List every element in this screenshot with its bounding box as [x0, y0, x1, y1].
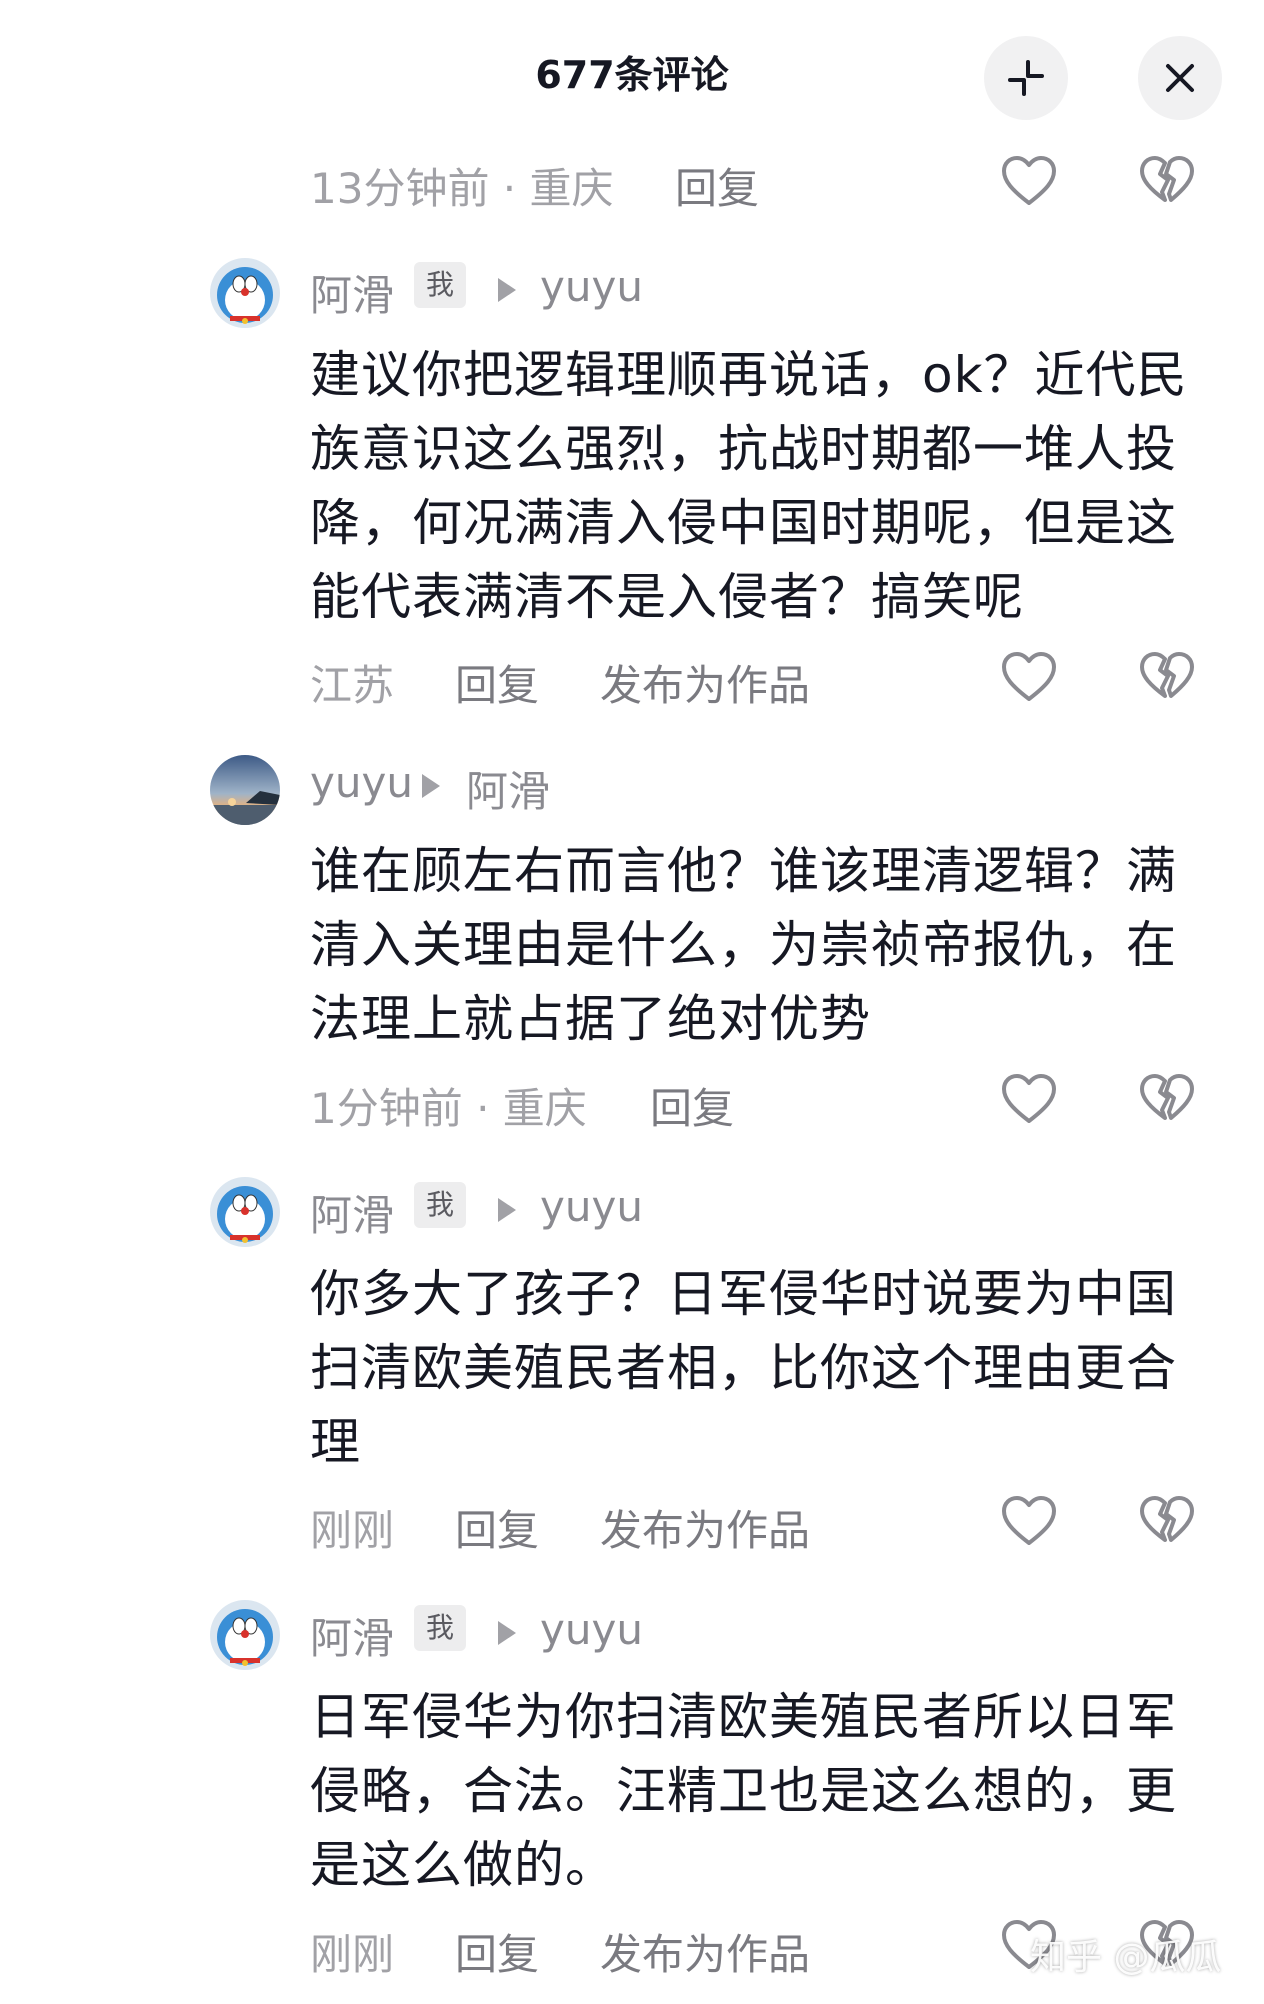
close-button[interactable] [1138, 36, 1222, 120]
comment-author-row: 阿滑 我 yuyu [310, 1605, 1210, 1665]
reply-button[interactable]: 回复 [455, 1921, 539, 1982]
broken-heart-icon[interactable] [1136, 1068, 1198, 1130]
comment-author-row: 阿滑 我 yuyu [310, 262, 1210, 322]
me-badge: 我 [414, 262, 467, 308]
heart-icon[interactable] [998, 646, 1060, 708]
comment-text-line: 建议你把逻辑理顺再说话，ok？近代民 [310, 346, 1188, 404]
broken-heart-icon[interactable] [1136, 1490, 1198, 1552]
heart-icon[interactable] [998, 1068, 1060, 1130]
reply-button[interactable]: 回复 [650, 1075, 734, 1136]
publish-as-work-button[interactable]: 发布为作品 [600, 1921, 810, 1982]
comment-meta: 江苏 回复 发布为作品 [310, 652, 1210, 712]
comment-header: 677条评论 [0, 0, 1264, 150]
reply-arrow-icon [422, 774, 440, 798]
comment-count-title: 677条评论 [535, 53, 729, 97]
reply-arrow-icon [498, 1198, 516, 1222]
reply-to-username[interactable]: yuyu [540, 262, 643, 311]
comment-author-row: yuyu 阿滑 [310, 758, 1210, 818]
comment-username[interactable]: 阿滑 [310, 1605, 394, 1666]
avatar[interactable] [210, 258, 280, 328]
comment-text-line: 理 [310, 1413, 361, 1471]
reply-to-username[interactable]: yuyu [540, 1182, 643, 1231]
reply-button[interactable]: 回复 [675, 155, 759, 216]
comment-text-line: 谁在顾左右而言他？谁该理清逻辑？满 [310, 842, 1177, 900]
comment-text-line: 族意识这么强烈，抗战时期都一堆人投 [310, 420, 1177, 478]
comment-text-line: 你多大了孩子？日军侵华时说要为中国 [310, 1265, 1177, 1323]
comment-author-row: 阿滑 我 yuyu [310, 1182, 1210, 1242]
comment-text-line: 法理上就占据了绝对优势 [310, 990, 871, 1048]
publish-as-work-button[interactable]: 发布为作品 [600, 652, 810, 713]
doraemon-avatar-icon [210, 1600, 280, 1670]
close-icon [1166, 64, 1194, 92]
doraemon-avatar-icon [210, 258, 280, 328]
comment-time: 刚刚 [310, 1930, 395, 1979]
comment-text-line: 能代表满清不是入侵者？搞笑呢 [310, 568, 1024, 626]
watermark: 知乎 @瓜瓜 [1030, 1937, 1222, 1978]
comment-text: 谁在顾左右而言他？谁该理清逻辑？满 清入关理由是什么，为崇祯帝报仇，在 法理上就… [310, 834, 1210, 1056]
avatar[interactable] [210, 755, 280, 825]
comment-time: 刚刚 [310, 1506, 395, 1555]
comment-text: 你多大了孩子？日军侵华时说要为中国 扫清欧美殖民者相，比你这个理由更合 理 [310, 1257, 1210, 1479]
comment-text-line: 侵略，合法。汪精卫也是这么想的，更 [310, 1762, 1177, 1820]
comment-meta: 刚刚 回复 发布为作品 [310, 1497, 1210, 1557]
comment-username[interactable]: 阿滑 [310, 262, 394, 323]
comment-text-line: 是这么做的。 [310, 1836, 616, 1894]
comment-username[interactable]: 阿滑 [310, 1182, 394, 1243]
heart-icon[interactable] [998, 150, 1060, 212]
comment-text-line: 日军侵华为你扫清欧美殖民者所以日军 [310, 1688, 1177, 1746]
comment-text-line: 清入关理由是什么，为崇祯帝报仇，在 [310, 916, 1177, 974]
avatar[interactable] [210, 1177, 280, 1247]
comment-time-location: 1分钟前 · 重庆 [310, 1084, 587, 1133]
broken-heart-icon[interactable] [1136, 646, 1198, 708]
sunset-avatar-icon [210, 755, 280, 825]
publish-as-work-button[interactable]: 发布为作品 [600, 1497, 810, 1558]
avatar[interactable] [210, 1600, 280, 1670]
comment-location: 江苏 [310, 661, 395, 710]
broken-heart-icon[interactable] [1136, 150, 1198, 212]
previous-comment-meta: 13分钟前 · 重庆 回复 [310, 155, 1210, 215]
doraemon-avatar-icon [210, 1177, 280, 1247]
comment-text: 建议你把逻辑理顺再说话，ok？近代民 族意识这么强烈，抗战时期都一堆人投 降，何… [310, 338, 1210, 634]
comment-text: 日军侵华为你扫清欧美殖民者所以日军 侵略，合法。汪精卫也是这么想的，更 是这么做… [310, 1680, 1210, 1902]
collapse-button[interactable] [984, 36, 1068, 120]
comment-time-location: 13分钟前 · 重庆 [310, 164, 614, 213]
reply-arrow-icon [498, 278, 516, 302]
comment-meta: 1分钟前 · 重庆 回复 [310, 1075, 1210, 1135]
collapse-icon [1008, 60, 1044, 96]
comment-sheet: 677条评论 13分钟前 · 重庆 回复 阿滑 我 yuyu 建议你把逻辑理顺再… [0, 0, 1264, 2004]
comment-text-line: 降，何况满清入侵中国时期呢，但是这 [310, 494, 1177, 552]
reply-button[interactable]: 回复 [455, 652, 539, 713]
heart-icon[interactable] [998, 1490, 1060, 1552]
reply-to-username[interactable]: yuyu [540, 1605, 643, 1654]
reply-arrow-icon [498, 1621, 516, 1645]
me-badge: 我 [414, 1182, 467, 1228]
comment-username[interactable]: yuyu [310, 758, 413, 807]
reply-to-username[interactable]: 阿滑 [466, 758, 550, 819]
reply-button[interactable]: 回复 [455, 1497, 539, 1558]
comment-text-line: 扫清欧美殖民者相，比你这个理由更合 [310, 1339, 1177, 1397]
me-badge: 我 [414, 1605, 467, 1651]
